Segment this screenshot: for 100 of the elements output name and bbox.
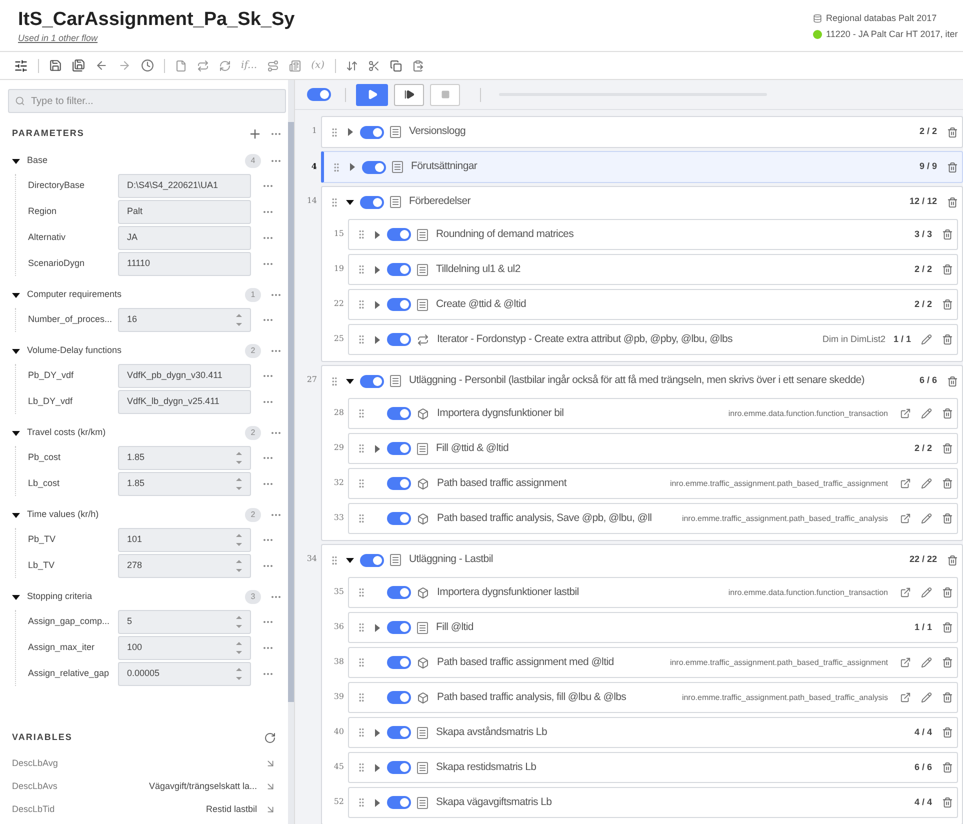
flow-step-card[interactable] <box>321 365 963 541</box>
flow-step-card[interactable]: Importera dygnsfunktioner lastbil inro.emme.data.function.function_transaction <box>348 577 958 608</box>
spinner-arrows-icon[interactable] <box>236 667 242 681</box>
route-icon[interactable] <box>267 60 280 72</box>
drag-handle-icon[interactable] <box>356 587 367 598</box>
spinner-arrows-icon[interactable] <box>236 641 242 655</box>
toggle-switch[interactable] <box>387 477 411 490</box>
caret-right-icon[interactable] <box>373 728 381 736</box>
delete-icon[interactable] <box>942 229 953 240</box>
spinner-arrows-icon[interactable] <box>236 615 242 629</box>
used-in-link[interactable]: Used in 1 other flow <box>18 32 295 46</box>
flow-step-card[interactable]: Path based traffic assignment med @ltid inro.emme.traffic_assignment.path_based_traffic_assignment <box>348 647 958 678</box>
drag-handle-icon[interactable] <box>356 622 367 633</box>
number-field[interactable]: 5 <box>118 610 251 634</box>
link-arrow-icon[interactable] <box>265 804 276 815</box>
toggle-switch[interactable] <box>387 621 411 634</box>
flow-step-card[interactable]: Förutsättningar 9 / 9 <box>321 151 963 183</box>
step-button[interactable] <box>394 84 424 106</box>
delete-icon[interactable] <box>942 299 953 310</box>
toggle-switch[interactable] <box>387 761 411 774</box>
settings-sliders-icon[interactable] <box>14 58 28 72</box>
toggle-switch[interactable] <box>387 442 411 455</box>
text-field[interactable]: VdfK_pb_dygn_v30.411 <box>118 364 251 388</box>
toggle-switch[interactable] <box>387 407 411 420</box>
open-external-icon[interactable] <box>900 513 911 524</box>
spinner-arrows-icon[interactable] <box>236 451 242 465</box>
caret-down-icon[interactable] <box>12 157 20 165</box>
cut-icon[interactable] <box>368 60 380 72</box>
open-external-icon[interactable] <box>900 587 911 598</box>
delete-icon[interactable] <box>947 126 958 138</box>
caret-right-icon[interactable] <box>373 300 381 308</box>
link-arrow-icon[interactable] <box>265 781 276 792</box>
flow-step-card[interactable]: Path based traffic analysis, Save @pb, @lbu, @ll inro.emme.traffic_assignment.path_based_traffic_analysis <box>348 503 958 534</box>
spinner-arrows-icon[interactable] <box>236 313 242 327</box>
text-field[interactable]: 11110 <box>118 252 251 276</box>
delete-icon[interactable] <box>942 264 953 275</box>
delete-icon[interactable] <box>942 797 953 808</box>
filter-field[interactable]: Type to filter... <box>8 89 286 113</box>
caret-right-icon[interactable] <box>373 266 381 274</box>
delete-icon[interactable] <box>942 762 953 773</box>
toggle-switch[interactable] <box>387 726 411 739</box>
drag-handle-icon[interactable] <box>356 513 367 524</box>
edit-icon[interactable] <box>921 408 932 419</box>
toggle-switch[interactable] <box>360 196 384 208</box>
back-arrow-icon[interactable] <box>95 59 108 72</box>
number-field[interactable]: 1.85 <box>118 472 251 496</box>
open-external-icon[interactable] <box>900 478 911 489</box>
delete-icon[interactable] <box>947 162 958 172</box>
caret-right-icon[interactable] <box>346 128 354 136</box>
drag-handle-icon[interactable] <box>356 727 367 738</box>
delete-icon[interactable] <box>942 727 953 738</box>
delete-icon[interactable] <box>947 376 958 386</box>
flow-step-card[interactable]: Tilldelning ul1 & ul2 2 / 2 <box>348 254 958 285</box>
toggle-switch[interactable] <box>360 126 384 138</box>
document-icon[interactable] <box>175 60 187 72</box>
caret-right-icon[interactable] <box>348 163 356 171</box>
delete-icon[interactable] <box>947 554 958 566</box>
toggle-switch[interactable] <box>360 554 384 566</box>
flow-step-card[interactable]: Iterator - Fordonstyp - Create extra attribut @pb, @pby, @lbu, @lbs Dim in DimList2 1 / 1 <box>348 324 958 355</box>
drag-handle-icon[interactable] <box>356 797 367 808</box>
caret-down-icon[interactable] <box>346 556 354 564</box>
delete-icon[interactable] <box>942 443 953 454</box>
flow-step-card[interactable]: Importera dygnsfunktioner bil inro.emme.data.function.function_transaction <box>348 398 958 429</box>
flow-step-card[interactable]: Path based traffic analysis, fill @lbu & @lbs inro.emme.traffic_assignment.path_based_traffic_analysis <box>348 682 958 713</box>
toggle-switch[interactable] <box>307 88 331 101</box>
link-arrow-icon[interactable] <box>265 758 276 769</box>
caret-right-icon[interactable] <box>373 230 381 238</box>
number-field[interactable]: 0.00005 <box>118 662 251 686</box>
drag-handle-icon[interactable] <box>329 126 340 138</box>
toggle-switch[interactable] <box>387 796 411 809</box>
open-external-icon[interactable] <box>900 408 911 419</box>
text-field[interactable]: D:\S4\S4_220621\UA1 <box>118 174 251 198</box>
spinner-arrows-icon[interactable] <box>236 477 242 491</box>
edit-icon[interactable] <box>921 478 932 489</box>
number-field[interactable]: 100 <box>118 636 251 660</box>
caret-down-icon[interactable] <box>12 291 20 299</box>
drag-handle-icon[interactable] <box>356 408 367 419</box>
history-clock-icon[interactable] <box>141 59 154 72</box>
caret-down-icon[interactable] <box>346 377 354 385</box>
spinner-arrows-icon[interactable] <box>236 559 242 573</box>
caret-right-icon[interactable] <box>373 444 381 452</box>
toggle-switch[interactable] <box>360 374 384 388</box>
save-all-icon[interactable] <box>72 59 85 72</box>
delete-icon[interactable] <box>942 587 953 598</box>
text-field[interactable]: VdfK_lb_dygn_v25.411 <box>118 390 251 414</box>
drag-handle-icon[interactable] <box>356 334 367 345</box>
edit-icon[interactable] <box>921 692 932 703</box>
flow-step-card[interactable]: Roundning of demand matrices 3 / 3 <box>348 219 958 250</box>
flow-step-card[interactable] <box>321 186 963 362</box>
drag-handle-icon[interactable] <box>356 692 367 703</box>
toggle-switch[interactable] <box>387 333 411 346</box>
list-icon[interactable] <box>289 60 302 72</box>
toggle-switch[interactable] <box>387 586 411 599</box>
flow-step-card[interactable] <box>321 544 963 824</box>
drag-handle-icon[interactable] <box>356 264 367 275</box>
drag-handle-icon[interactable] <box>356 478 367 489</box>
text-field[interactable]: Palt <box>118 200 251 224</box>
delete-icon[interactable] <box>942 408 953 419</box>
drag-handle-icon[interactable] <box>356 299 367 310</box>
spinner-arrows-icon[interactable] <box>236 533 242 547</box>
